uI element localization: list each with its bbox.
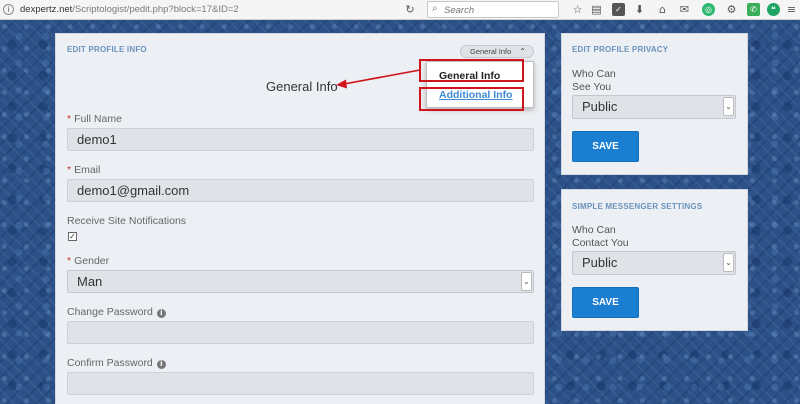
save-messenger-button[interactable]: SAVE [572,287,639,318]
notifications-checkbox[interactable]: ✓ [68,232,77,241]
notifications-label: Receive Site Notifications [67,215,187,227]
download-icon[interactable]: ⬇ [633,3,646,16]
email-field[interactable]: demo1@gmail.com [67,179,534,202]
profile-privacy-card: EDIT PROFILE PRIVACY Who Can See You Pub… [561,33,748,175]
chevron-down-icon: ⌄ [521,272,532,291]
clipboard-icon[interactable]: ▤ [590,3,603,16]
privacy-value: Public [582,99,618,114]
browser-search-input[interactable] [444,4,554,16]
gender-value: Man [77,274,103,289]
confirm-password-label: Confirm Password i [67,357,166,369]
change-password-field[interactable] [67,321,534,344]
who-can-contact-label: Who Can Contact You [572,224,629,249]
save-privacy-button[interactable]: SAVE [572,131,639,162]
messenger-settings-card: SIMPLE MESSENGER SETTINGS Who Can Contac… [561,189,748,331]
gender-select[interactable]: Man ⌄ [67,270,534,293]
full-name-label: * Full Name [67,113,122,125]
section-heading: General Info [266,79,338,94]
required-marker: * [67,164,72,176]
chat-icon[interactable]: ✉ [678,3,691,16]
section-dropdown-label: General Info [470,47,512,56]
gear-icon[interactable]: ⚙ [725,3,738,16]
browser-search-box[interactable]: ⌕ [427,1,559,18]
url-host: dexpertz.net [20,4,73,15]
url-path: /Scriptologist/pedit.php?block=17&ID=2 [72,4,239,15]
card-title: SIMPLE MESSENGER SETTINGS [572,202,703,211]
address-bar[interactable]: dexpertz.net/Scriptologist/pedit.php?blo… [20,4,239,15]
browser-toolbar: i dexpertz.net/Scriptologist/pedit.php?b… [0,0,800,20]
email-label: * Email [67,164,101,176]
messenger-select[interactable]: Public ⌄ [572,251,736,275]
star-icon[interactable]: ☆ [571,3,584,16]
privacy-select[interactable]: Public ⌄ [572,95,736,119]
card-title: EDIT PROFILE PRIVACY [572,45,669,54]
search-icon: ⌕ [432,3,438,14]
full-name-field[interactable]: demo1 [67,128,534,151]
change-password-label: Change Password i [67,306,166,318]
whatsapp-icon[interactable]: ✆ [747,3,760,16]
info-icon[interactable]: i [3,4,14,15]
required-marker: * [67,255,72,267]
pocket-icon[interactable]: ✓ [612,3,625,16]
required-marker: * [67,113,72,125]
confirm-password-field[interactable] [67,372,534,395]
info-icon[interactable]: i [156,360,166,369]
chevron-down-icon: ⌄ [723,253,734,272]
chevron-up-icon: ⌃ [519,47,526,56]
menu-icon[interactable]: ≡ [785,3,798,16]
section-dropdown-button[interactable]: General Info ⌃ [460,45,534,58]
gender-label: * Gender [67,255,110,267]
highlight-box-general-info [419,59,524,82]
highlight-box-additional-info [419,87,524,111]
chevron-down-icon: ⌄ [723,97,734,116]
who-can-see-label: Who Can See You [572,68,616,93]
home-icon[interactable]: ⌂ [656,3,669,16]
green-circle-icon[interactable]: ◎ [702,3,715,16]
card-title: EDIT PROFILE INFO [67,45,147,54]
hangouts-icon[interactable]: ❝ [767,3,780,16]
reload-icon[interactable]: ↻ [402,2,418,17]
messenger-value: Public [582,255,618,270]
info-icon[interactable]: i [156,309,166,318]
